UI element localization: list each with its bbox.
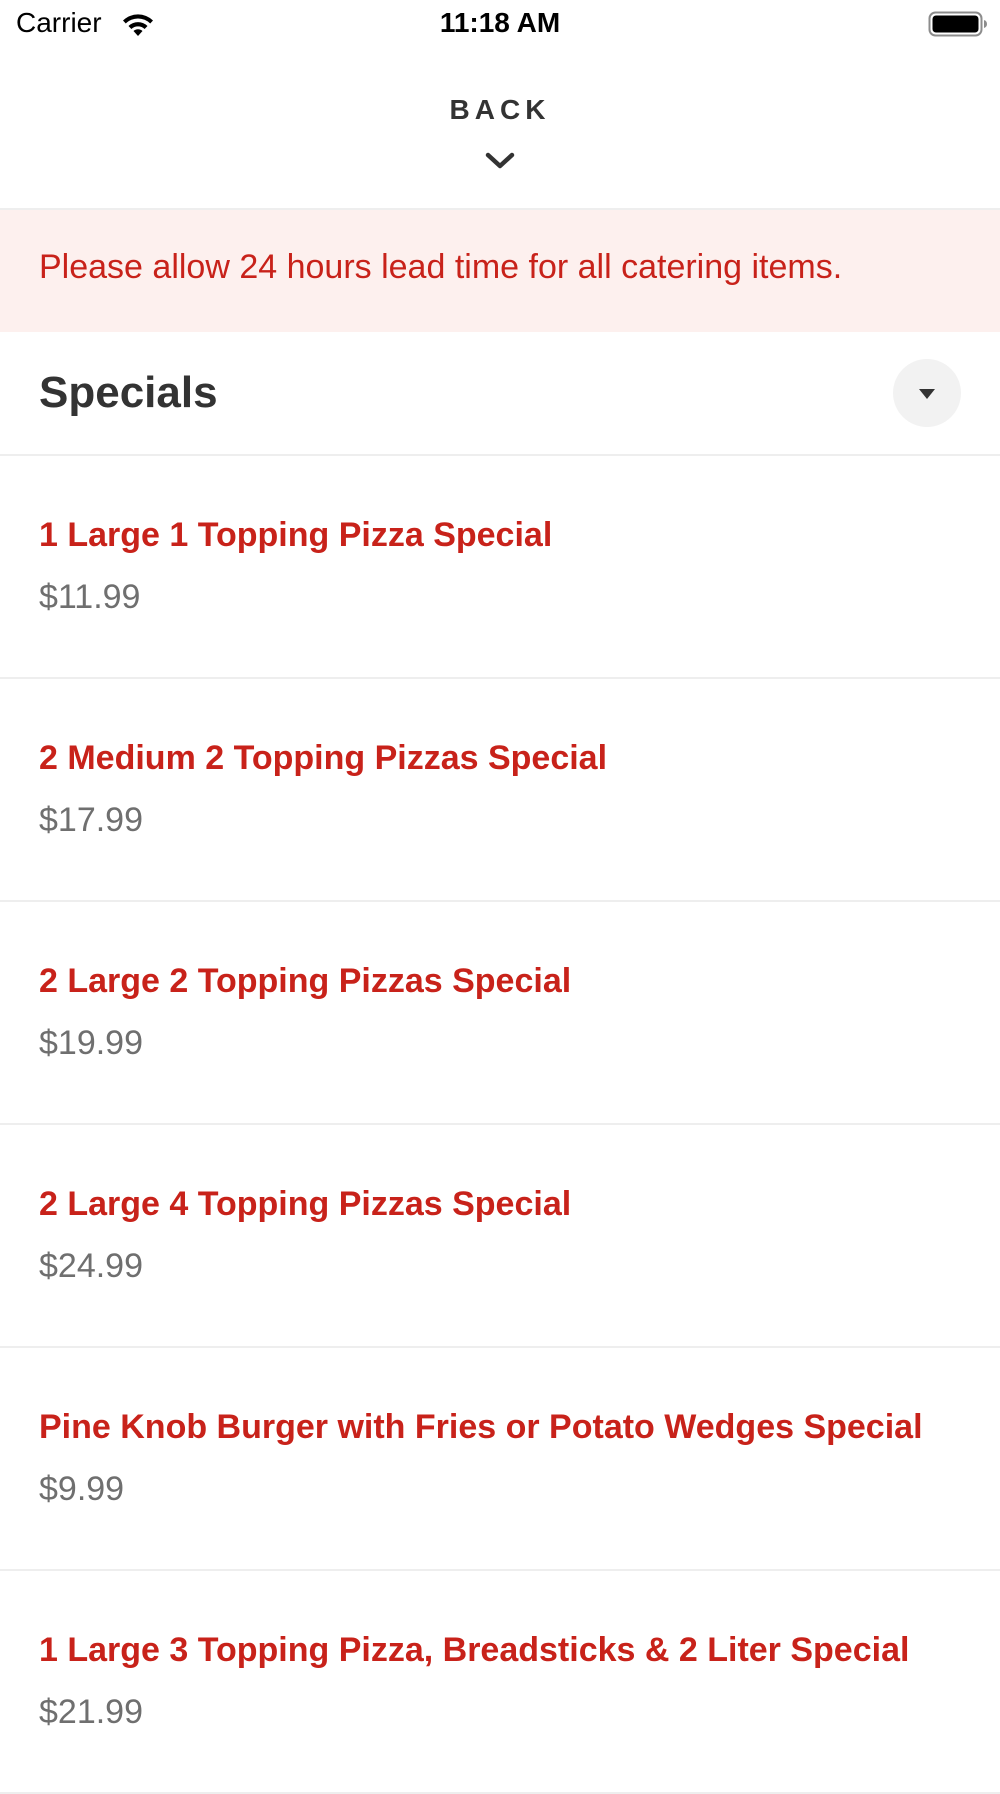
status-bar: Carrier 11:18 AM <box>0 0 1000 52</box>
caret-down-icon <box>919 389 935 399</box>
menu-item-price: $24.99 <box>39 1247 143 1285</box>
menu-item-price: $11.99 <box>39 578 141 616</box>
section-header: Specials <box>0 332 1000 456</box>
lead-time-notice: Please allow 24 hours lead time for all … <box>0 210 1000 332</box>
chevron-down-icon <box>485 152 515 169</box>
menu-item[interactable]: Pine Knob Burger with Fries or Potato We… <box>0 1348 1000 1571</box>
menu-item-name: Pine Knob Burger with Fries or Potato We… <box>39 1408 923 1446</box>
menu-item-list: 1 Large 1 Topping Pizza Special $11.99 2… <box>0 456 1000 1794</box>
notice-text: Please allow 24 hours lead time for all … <box>39 248 843 286</box>
menu-item-name: 1 Large 3 Topping Pizza, Breadsticks & 2… <box>39 1631 910 1669</box>
menu-item[interactable]: 2 Medium 2 Topping Pizzas Special $17.99 <box>0 679 1000 902</box>
section-title: Specials <box>39 368 218 417</box>
battery-icon <box>928 11 987 37</box>
menu-item-price: $19.99 <box>39 1024 143 1062</box>
back-label: BACK <box>449 94 551 125</box>
status-time: 11:18 AM <box>439 7 561 38</box>
menu-item-name: 2 Medium 2 Topping Pizzas Special <box>39 739 608 777</box>
menu-item-price: $17.99 <box>39 801 143 839</box>
menu-item[interactable]: 1 Large 3 Topping Pizza, Breadsticks & 2… <box>0 1571 1000 1794</box>
menu-item-name: 2 Large 2 Topping Pizzas Special <box>39 962 572 1000</box>
back-button[interactable]: BACK <box>0 52 1000 210</box>
menu-item-price: $9.99 <box>39 1470 125 1508</box>
section-collapse-button[interactable] <box>893 359 961 427</box>
menu-item-name: 2 Large 4 Topping Pizzas Special <box>39 1185 572 1223</box>
menu-item[interactable]: 1 Large 1 Topping Pizza Special $11.99 <box>0 456 1000 679</box>
menu-item[interactable]: 2 Large 2 Topping Pizzas Special $19.99 <box>0 902 1000 1125</box>
menu-item-price: $21.99 <box>39 1693 143 1731</box>
menu-item-name: 1 Large 1 Topping Pizza Special <box>39 516 553 554</box>
menu-item[interactable]: 2 Large 4 Topping Pizzas Special $24.99 <box>0 1125 1000 1348</box>
